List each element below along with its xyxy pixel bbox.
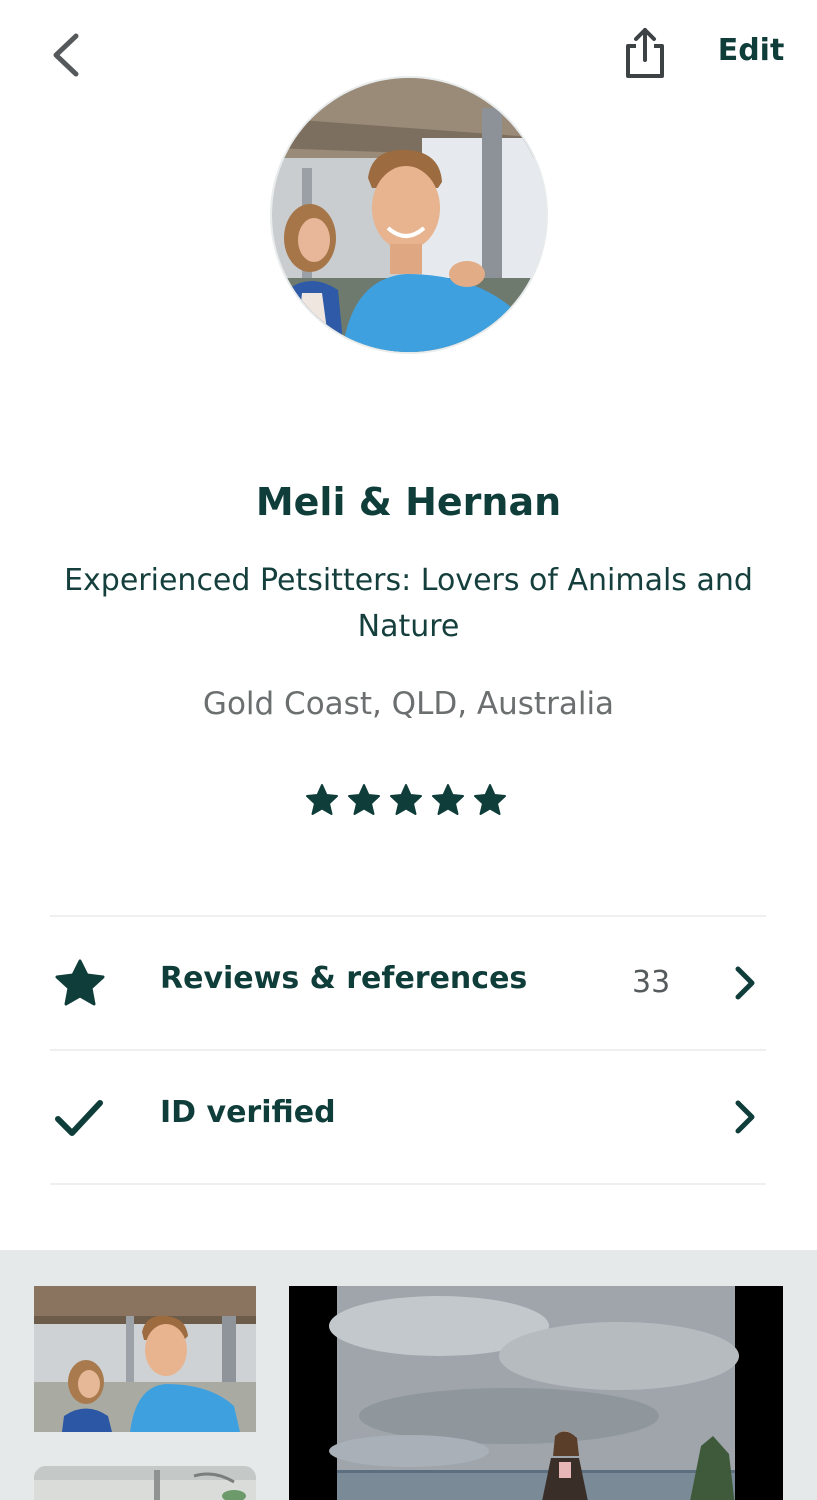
avatar-photo: [272, 78, 546, 352]
share-icon: [626, 28, 664, 78]
gallery-photo: [34, 1466, 256, 1500]
gallery-photo: [289, 1286, 783, 1500]
reviews-count: 33: [632, 965, 671, 1000]
gallery-thumbnail[interactable]: [34, 1286, 256, 1432]
edit-button[interactable]: Edit: [706, 28, 796, 72]
gallery-photo: [34, 1286, 256, 1432]
back-button[interactable]: [46, 28, 90, 82]
star-icon: [348, 784, 380, 815]
chevron-right-icon: [735, 1100, 755, 1134]
star-icon: [474, 784, 506, 815]
profile-avatar[interactable]: [270, 76, 548, 354]
id-verified-row[interactable]: ID verified: [50, 1051, 766, 1183]
star-icon: [390, 784, 422, 815]
chevron-left-icon: [53, 33, 79, 77]
profile-tagline: Experienced Petsitters: Lovers of Animal…: [64, 563, 753, 644]
reviews-row[interactable]: Reviews & references 33: [50, 917, 766, 1049]
share-button[interactable]: [618, 24, 672, 82]
profile-location: Gold Coast, QLD, Australia: [202, 686, 615, 722]
gallery-thumbnail[interactable]: [34, 1466, 256, 1500]
profile-name: Meli & Hernan: [255, 480, 562, 524]
reviews-label: Reviews & references: [160, 961, 528, 996]
chevron-right-icon: [735, 966, 755, 1000]
star-icon: [432, 784, 464, 815]
gallery-main-photo[interactable]: [289, 1286, 783, 1500]
star-icon: [55, 959, 105, 1006]
id-verified-label: ID verified: [160, 1095, 336, 1130]
checkmark-icon: [55, 1100, 103, 1136]
rating-stars: [304, 782, 514, 818]
star-icon: [306, 784, 338, 815]
photo-gallery: [0, 1250, 817, 1500]
divider: [50, 1183, 766, 1185]
